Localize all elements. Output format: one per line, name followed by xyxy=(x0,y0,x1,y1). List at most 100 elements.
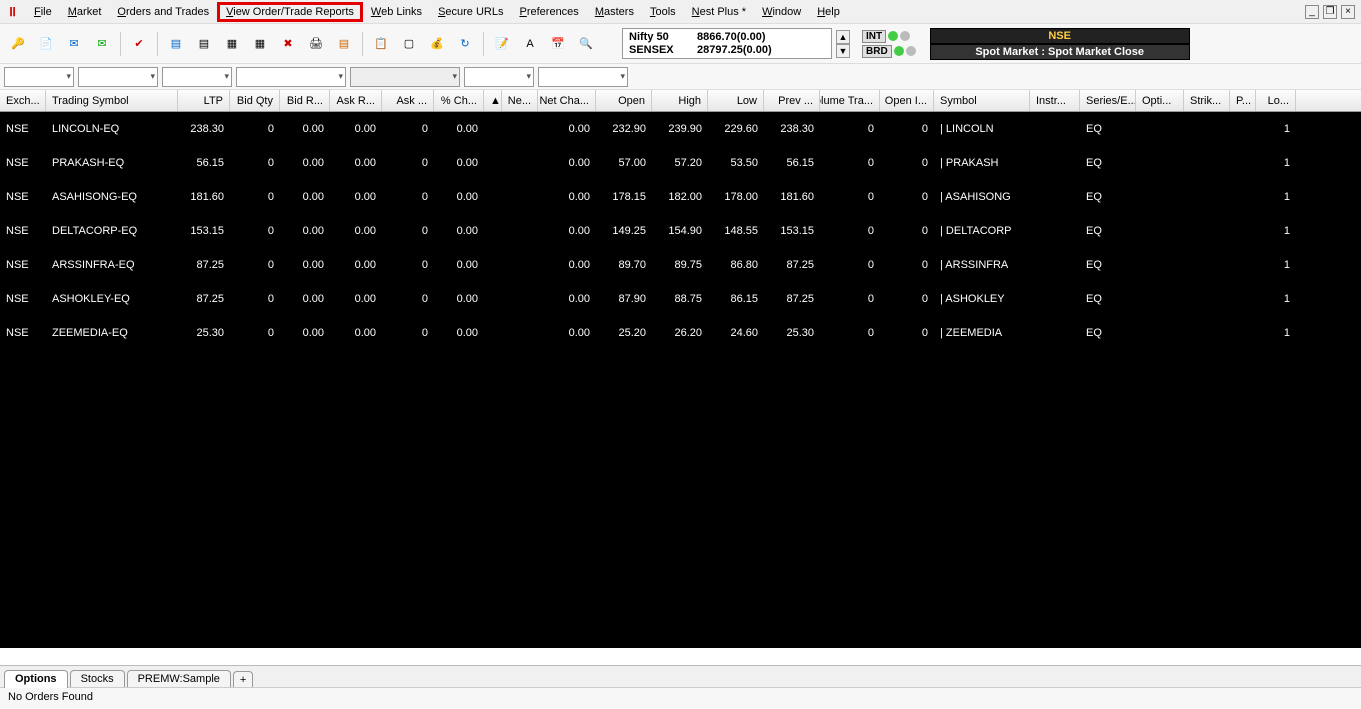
column-header[interactable]: Bid R... xyxy=(280,90,330,111)
table-row[interactable]: NSEZEEMEDIA-EQ25.3000.000.0000.000.0025.… xyxy=(0,316,1361,350)
menu-tools[interactable]: Tools xyxy=(642,4,684,20)
cell: 153.15 xyxy=(764,214,820,248)
cell: 0.00 xyxy=(330,248,382,282)
cell xyxy=(1230,282,1256,316)
toolbar-button-12[interactable]: ▤ xyxy=(332,32,356,56)
toolbar-button-9[interactable]: ▦ xyxy=(248,32,272,56)
cell: 1 xyxy=(1256,316,1296,350)
column-header[interactable]: High xyxy=(652,90,708,111)
toolbar-button-8[interactable]: ▦ xyxy=(220,32,244,56)
filter-combo-7[interactable]: ▾ xyxy=(538,67,628,87)
column-header[interactable]: Net Cha... xyxy=(538,90,596,111)
cell: 0.00 xyxy=(538,316,596,350)
toolbar-button-20[interactable]: 🔍 xyxy=(574,32,598,56)
filter-combo-2[interactable]: ▾ xyxy=(78,67,158,87)
column-header[interactable]: Ask R... xyxy=(330,90,382,111)
cell: 232.90 xyxy=(596,112,652,146)
index-scroll-down[interactable]: ▼ xyxy=(836,44,850,58)
cell xyxy=(1184,112,1230,146)
cell: 0.00 xyxy=(538,180,596,214)
column-header[interactable]: Bid Qty xyxy=(230,90,280,111)
cell xyxy=(484,112,502,146)
table-row[interactable]: NSEASAHISONG-EQ181.6000.000.0000.000.001… xyxy=(0,180,1361,214)
menu-web-links[interactable]: Web Links xyxy=(363,4,430,20)
cell: 53.50 xyxy=(708,146,764,180)
toolbar-button-2[interactable]: 📄 xyxy=(34,32,58,56)
index-scroll-up[interactable]: ▲ xyxy=(836,30,850,44)
column-header[interactable]: Lo... xyxy=(1256,90,1296,111)
window-close-button[interactable]: × xyxy=(1341,5,1355,19)
column-header[interactable]: P... xyxy=(1230,90,1256,111)
cell: LINCOLN-EQ xyxy=(46,112,178,146)
cell: EQ xyxy=(1080,316,1136,350)
toolbar-button-5[interactable]: ✔ xyxy=(127,32,151,56)
column-header[interactable]: LTP xyxy=(178,90,230,111)
window-restore-button[interactable]: ❐ xyxy=(1323,5,1337,19)
table-row[interactable]: NSEDELTACORP-EQ153.1500.000.0000.000.001… xyxy=(0,214,1361,248)
filter-combo-4[interactable]: ▾ xyxy=(236,67,346,87)
toolbar-button-7[interactable]: ▤ xyxy=(192,32,216,56)
toolbar-button-3[interactable]: ✉ xyxy=(62,32,86,56)
toolbar-button-4[interactable]: ✉ xyxy=(90,32,114,56)
cell: 0.00 xyxy=(434,316,484,350)
menu-view-order-trade-reports[interactable]: View Order/Trade Reports xyxy=(217,2,363,22)
toolbar-button-19[interactable]: 📅 xyxy=(546,32,570,56)
menu-secure-urls[interactable]: Secure URLs xyxy=(430,4,511,20)
menu-market[interactable]: Market xyxy=(60,4,110,20)
toolbar-button-17[interactable]: 📝 xyxy=(490,32,514,56)
column-header[interactable]: ▲ xyxy=(484,90,502,111)
toolbar-button-13[interactable]: 📋 xyxy=(369,32,393,56)
column-header[interactable]: Opti... xyxy=(1136,90,1184,111)
menu-window[interactable]: Window xyxy=(754,4,809,20)
tab-stocks[interactable]: Stocks xyxy=(70,670,125,688)
toolbar-button-15[interactable]: 💰 xyxy=(425,32,449,56)
filter-combo-5[interactable]: ▾ xyxy=(350,67,460,87)
toolbar: 🔑 📄 ✉ ✉ ✔ ▤ ▤ ▦ ▦ ✖ 🖨 ▤ 📋 ▢ 💰 ↻ 📝 A 📅 🔍 … xyxy=(0,24,1361,64)
toolbar-button-14[interactable]: ▢ xyxy=(397,32,421,56)
tab-premw-sample[interactable]: PREMW:Sample xyxy=(127,670,231,688)
cell xyxy=(1230,112,1256,146)
menu-file[interactable]: File xyxy=(26,4,60,20)
column-header[interactable]: Trading Symbol xyxy=(46,90,178,111)
filter-combo-6[interactable]: ▾ xyxy=(464,67,534,87)
column-header[interactable]: Low xyxy=(708,90,764,111)
table-row[interactable]: NSEASHOKLEY-EQ87.2500.000.0000.000.0087.… xyxy=(0,282,1361,316)
toolbar-button-11[interactable]: 🖨 xyxy=(304,32,328,56)
cell xyxy=(1136,112,1184,146)
column-header[interactable]: Instr... xyxy=(1030,90,1080,111)
toolbar-button-16[interactable]: ↻ xyxy=(453,32,477,56)
column-header[interactable]: Symbol xyxy=(934,90,1030,111)
toolbar-button-6[interactable]: ▤ xyxy=(164,32,188,56)
filter-combo-1[interactable]: ▾ xyxy=(4,67,74,87)
toolbar-button-1[interactable]: 🔑 xyxy=(6,32,30,56)
table-row[interactable]: NSELINCOLN-EQ238.3000.000.0000.000.00232… xyxy=(0,112,1361,146)
table-row[interactable]: NSEARSSINFRA-EQ87.2500.000.0000.000.0089… xyxy=(0,248,1361,282)
menu-nest-plus-[interactable]: Nest Plus * xyxy=(684,4,754,20)
column-header[interactable]: Series/E... xyxy=(1080,90,1136,111)
menu-help[interactable]: Help xyxy=(809,4,848,20)
filter-combo-3[interactable]: ▾ xyxy=(162,67,232,87)
column-header[interactable]: Open I... xyxy=(880,90,934,111)
column-header[interactable]: Volume Tra... xyxy=(820,90,880,111)
tab-add-button[interactable]: + xyxy=(233,671,253,688)
column-header[interactable]: % Ch... xyxy=(434,90,484,111)
index-name-0: Nifty 50 xyxy=(629,31,689,43)
cell xyxy=(502,146,538,180)
app-logo-icon: ॥ xyxy=(4,4,20,20)
column-header[interactable]: Strik... xyxy=(1184,90,1230,111)
cell xyxy=(1030,180,1080,214)
column-header[interactable]: Prev ... xyxy=(764,90,820,111)
menu-preferences[interactable]: Preferences xyxy=(511,4,586,20)
tab-options[interactable]: Options xyxy=(4,670,68,688)
menu-masters[interactable]: Masters xyxy=(587,4,642,20)
toolbar-button-10[interactable]: ✖ xyxy=(276,32,300,56)
menu-orders-and-trades[interactable]: Orders and Trades xyxy=(109,4,217,20)
column-header[interactable]: Open xyxy=(596,90,652,111)
window-minimize-button[interactable]: _ xyxy=(1305,5,1319,19)
column-header[interactable]: Ne... xyxy=(502,90,538,111)
index-value-0: 8866.70(0.00) xyxy=(697,31,766,43)
table-row[interactable]: NSEPRAKASH-EQ56.1500.000.0000.000.0057.0… xyxy=(0,146,1361,180)
column-header[interactable]: Exch... xyxy=(0,90,46,111)
toolbar-button-18[interactable]: A xyxy=(518,32,542,56)
column-header[interactable]: Ask ... xyxy=(382,90,434,111)
